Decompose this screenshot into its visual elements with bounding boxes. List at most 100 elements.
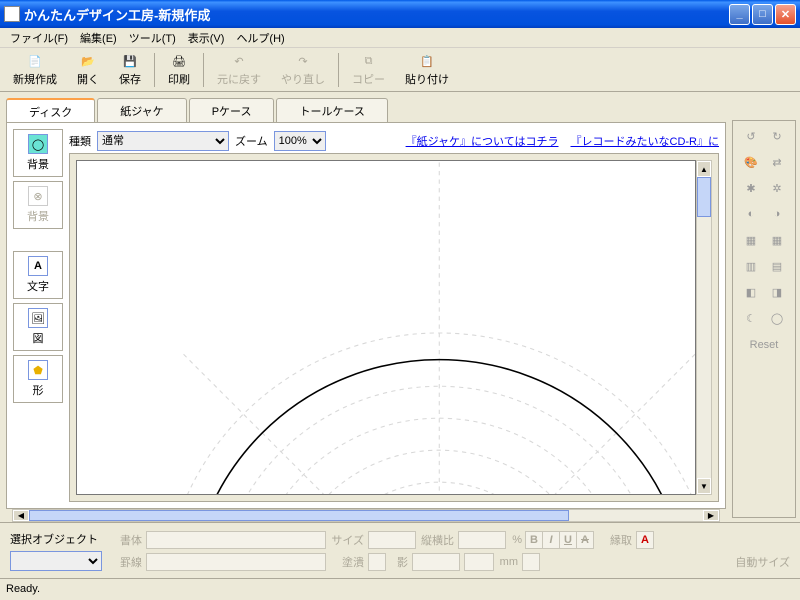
media-tabs: ディスク 紙ジャケ Pケース トールケース [6, 98, 726, 122]
contrast-down-icon[interactable]: ◑ [768, 205, 786, 223]
autosize-label[interactable]: 自動サイズ [735, 554, 790, 570]
tool-background-label: 背景 [27, 156, 49, 172]
menu-bar: ファイル(F) 編集(E) ツール(T) 表示(V) ヘルプ(H) [0, 28, 800, 48]
undo-button[interactable]: ↶元に戻す [208, 50, 270, 90]
text-icon: A [28, 256, 48, 276]
scroll-track[interactable] [29, 510, 703, 521]
shadow-input[interactable] [412, 553, 460, 571]
size-input[interactable] [368, 531, 416, 549]
type-select[interactable]: 通常 [97, 131, 229, 151]
menu-view[interactable]: 表示(V) [182, 28, 231, 48]
tool-shape[interactable]: ⬟形 [13, 355, 63, 403]
swap-icon[interactable]: ⇄ [768, 153, 786, 171]
tool-text[interactable]: A 文字 [13, 251, 63, 299]
selection-label: 選択オブジェクト [10, 531, 102, 547]
underline-button[interactable]: U [559, 531, 577, 549]
reset-button[interactable]: Reset [750, 339, 779, 351]
tool-figure-label: 図 [33, 330, 44, 346]
flip-v-icon[interactable]: ▤ [768, 257, 786, 275]
close-button[interactable]: ✕ [775, 4, 796, 25]
canvas-wrap: ▲ ▼ [69, 153, 719, 502]
scroll-up-button[interactable]: ▲ [697, 161, 711, 177]
left-area: ディスク 紙ジャケ Pケース トールケース ◯背景 ⊗背景 A文字 🖼図 ⬟形 … [0, 92, 732, 522]
link-jacket-info[interactable]: 『紙ジャケ』についてはコチラ [406, 133, 559, 149]
link-record-cdr[interactable]: 『レコードみたいなCD-R』に [571, 133, 720, 149]
tool-background[interactable]: ◯背景 [13, 129, 63, 177]
paste-button[interactable]: 📋貼り付け [396, 50, 458, 90]
shadow-mm-input[interactable] [464, 553, 494, 571]
flip-h-icon[interactable]: ▥ [742, 257, 760, 275]
italic-button[interactable]: I [542, 531, 560, 549]
dim-icon[interactable]: ✲ [768, 179, 786, 197]
strike-button[interactable]: A [576, 531, 594, 549]
tab-disc[interactable]: ディスク [6, 98, 95, 122]
text-style-group: B I U A [526, 531, 594, 549]
circle-icon[interactable]: ◯ [768, 309, 786, 327]
print-label: 印刷 [168, 71, 190, 87]
open-button[interactable]: 📂開く [68, 50, 108, 90]
fill-color-button[interactable] [368, 553, 386, 571]
selection-select[interactable] [10, 551, 102, 571]
side-tools: ◯背景 ⊗背景 A 文字 🖼図 ⬟形 [13, 129, 63, 502]
canvas[interactable] [76, 160, 696, 495]
tab-content: ◯背景 ⊗背景 A文字 🖼図 ⬟形 種類 通常 ズーム 100% 『紙ジャケ』に… [6, 122, 726, 509]
redo-icon: ↷ [294, 53, 312, 71]
paste-label: 貼り付け [405, 71, 449, 87]
menu-help[interactable]: ヘルプ(H) [230, 28, 290, 48]
minimize-button[interactable]: _ [729, 4, 750, 25]
tab-pcase[interactable]: Pケース [189, 98, 275, 122]
selection-group: 選択オブジェクト [10, 531, 102, 571]
tool-background2-label: 背景 [27, 208, 49, 224]
tool-figure[interactable]: 🖼図 [13, 303, 63, 351]
shadow-color-button[interactable] [522, 553, 540, 571]
tab-jacket[interactable]: 紙ジャケ [97, 98, 186, 122]
menu-edit[interactable]: 編集(E) [74, 28, 123, 48]
ruled-select[interactable] [146, 553, 326, 571]
zoom-select[interactable]: 100% [274, 131, 326, 151]
tool-shape-label: 形 [33, 382, 44, 398]
tool-background2[interactable]: ⊗背景 [13, 181, 63, 229]
moon-icon[interactable]: ☾ [742, 309, 760, 327]
font-select[interactable] [146, 531, 326, 549]
scroll-thumb[interactable] [697, 177, 711, 217]
font-label: 書体 [108, 532, 142, 548]
layer-up-icon[interactable]: ▦ [742, 231, 760, 249]
toolbar-separator [203, 53, 204, 87]
vertical-scrollbar[interactable]: ▲ ▼ [696, 160, 712, 495]
contrast-up-icon[interactable]: ◐ [742, 205, 760, 223]
rotate-ccw-icon[interactable]: ↺ [742, 127, 760, 145]
palette-icon[interactable]: 🎨 [742, 153, 760, 171]
rotate-cw-icon[interactable]: ↻ [768, 127, 786, 145]
scroll-right-button[interactable]: ▶ [703, 510, 719, 521]
open-label: 開く [77, 71, 99, 87]
tool-text-label: 文字 [27, 278, 49, 294]
maximize-button[interactable]: □ [752, 4, 773, 25]
scroll-left-button[interactable]: ◀ [13, 510, 29, 521]
toolbar-separator [338, 53, 339, 87]
border-color-button[interactable]: A [636, 531, 654, 549]
menu-file[interactable]: ファイル(F) [4, 28, 74, 48]
layer-down-icon[interactable]: ▦ [768, 231, 786, 249]
brightness-icon[interactable]: ✱ [742, 179, 760, 197]
horizontal-scrollbar[interactable]: ◀ ▶ [12, 509, 720, 522]
spacer [13, 233, 63, 247]
copy-button[interactable]: ⧉コピー [343, 50, 394, 90]
opacity-icon[interactable]: ◧ [742, 283, 760, 301]
mm-label: mm [498, 556, 518, 568]
scroll-track[interactable] [697, 177, 711, 478]
window-buttons: _ □ ✕ [729, 4, 796, 25]
scroll-thumb[interactable] [29, 510, 569, 521]
print-button[interactable]: 🖨印刷 [159, 50, 199, 90]
tab-tallcase[interactable]: トールケース [276, 98, 387, 122]
save-button[interactable]: 💾保存 [110, 50, 150, 90]
ruled-label: 罫線 [108, 554, 142, 570]
ratio-input[interactable] [458, 531, 506, 549]
copy-label: コピー [352, 71, 385, 87]
opacity2-icon[interactable]: ◨ [768, 283, 786, 301]
redo-button[interactable]: ↷やり直し [272, 50, 334, 90]
new-button[interactable]: 📄新規作成 [4, 50, 66, 90]
shadow-label: 影 [390, 554, 408, 570]
scroll-down-button[interactable]: ▼ [697, 478, 711, 494]
menu-tool[interactable]: ツール(T) [123, 28, 182, 48]
bold-button[interactable]: B [525, 531, 543, 549]
